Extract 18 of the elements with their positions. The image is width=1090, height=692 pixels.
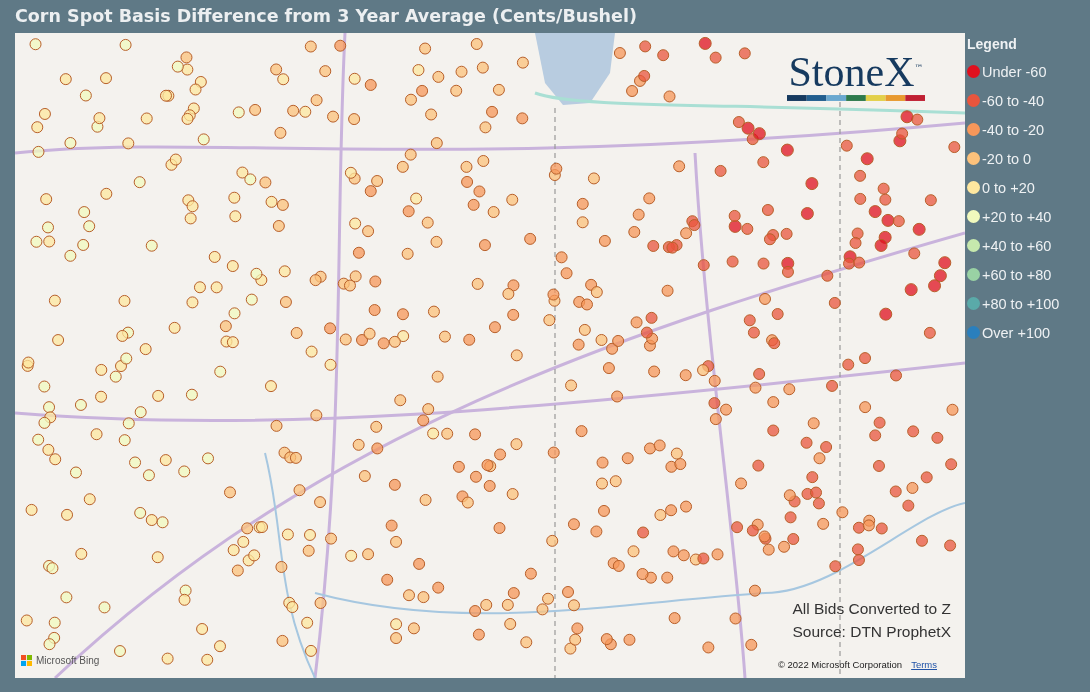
copyright-text: © 2022 Microsoft Corporation xyxy=(777,659,903,670)
legend-label: Over +100 xyxy=(982,324,1051,341)
map-note: Source: DTN ProphetX xyxy=(792,622,951,642)
legend-title: Legend xyxy=(967,36,1018,52)
map-note: All Bids Converted to Z xyxy=(792,599,951,619)
legend-label: Under -60 xyxy=(982,63,1047,80)
legend-label: +40 to +60 xyxy=(982,237,1052,254)
legend-label: +20 to +40 xyxy=(982,208,1052,225)
legend-label: -40 to -20 xyxy=(982,121,1045,138)
legend-label: -60 to -40 xyxy=(982,92,1045,109)
legend-label: +80 to +100 xyxy=(982,295,1060,312)
legend-label: 0 to +20 xyxy=(982,179,1035,196)
logo-wordmark: StoneX$^{™}$ xyxy=(788,51,924,93)
legend-label: -20 to 0 xyxy=(982,150,1032,167)
legend-label: +60 to +80 xyxy=(982,266,1052,283)
terms-link[interactable]: Terms xyxy=(911,659,937,670)
chart-title: Corn Spot Basis Difference from 3 Year Average (Cents/Bushel) xyxy=(14,5,638,28)
bing-brand: Microsoft Bing xyxy=(36,655,100,666)
